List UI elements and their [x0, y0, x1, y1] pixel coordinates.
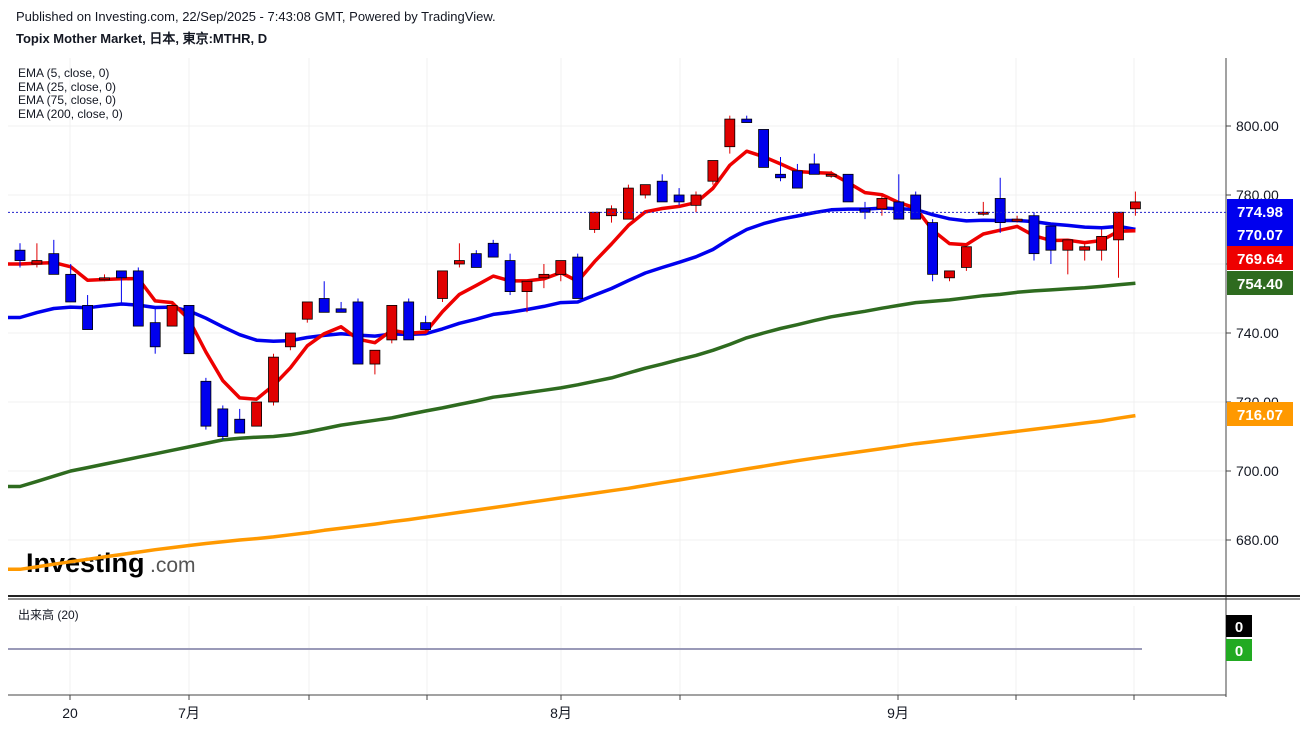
candle-down: [741, 118, 753, 123]
candle-up: [724, 118, 736, 148]
price-badge-label: 774.98: [1237, 204, 1283, 221]
candle-down: [927, 222, 938, 275]
candle-down: [234, 418, 246, 434]
candle-up: [31, 260, 43, 265]
candle-up: [301, 301, 313, 320]
x-tick-label: 8月: [550, 705, 572, 721]
candle-up: [961, 246, 972, 268]
volume-badge-label: 0: [1235, 619, 1243, 636]
candle-down: [200, 380, 212, 427]
candle-up: [825, 173, 837, 177]
candle-up: [1062, 239, 1074, 251]
candle-up: [639, 184, 651, 196]
candle-down: [116, 270, 127, 279]
candle-down: [318, 298, 330, 313]
candle-down: [758, 129, 769, 168]
candle-up: [944, 270, 955, 279]
price-badge-label: 769.64: [1237, 251, 1284, 268]
candle-down: [217, 408, 229, 437]
chart-axes: [8, 58, 1300, 697]
y-axis-ticks: 680.00700.00720.00740.00760.00780.00800.…: [1226, 118, 1279, 548]
volume-label: 出来高 (20): [18, 607, 79, 622]
candle-down: [470, 253, 482, 268]
ema-legend: EMA (5, close, 0) EMA (25, close, 0) EMA…: [18, 66, 123, 121]
candle-up: [251, 401, 263, 427]
logo-sub-text: .com: [150, 554, 196, 577]
price-badges: 774.98 770.07 769.64 754.40 716.07: [1227, 199, 1293, 426]
candle-up: [1096, 235, 1107, 251]
candle-down: [808, 163, 820, 175]
legend-ema5: EMA (5, close, 0): [18, 66, 109, 80]
price-badge-label: 754.40: [1237, 276, 1283, 293]
candle-up: [1079, 246, 1091, 251]
candle-up: [1130, 201, 1141, 210]
candle-up: [538, 273, 550, 279]
candle-down: [82, 304, 93, 330]
price-badge-label: 770.07: [1237, 227, 1283, 244]
candle-down: [1028, 215, 1040, 255]
candle-down: [487, 242, 499, 258]
candle-up: [876, 198, 888, 210]
candle-up: [284, 332, 296, 348]
candle-down: [994, 198, 1006, 223]
legend-ema75: EMA (75, close, 0): [18, 93, 116, 107]
ema200-line: [8, 413, 1136, 572]
candle-up: [166, 304, 178, 327]
x-tick-label: 9月: [887, 705, 909, 721]
legend-ema200: EMA (200, close, 0): [18, 107, 123, 121]
candle-down: [65, 273, 77, 303]
x-tick-label: 7月: [178, 705, 200, 721]
candlesticks: [14, 115, 1141, 440]
candle-down: [420, 322, 432, 330]
candle-up: [386, 304, 398, 341]
y-tick-label: 800.00: [1236, 118, 1279, 134]
candle-down: [183, 304, 195, 355]
candle-up: [369, 349, 381, 365]
candle-down: [403, 301, 415, 341]
candle-up: [623, 187, 634, 220]
candle-down: [48, 253, 60, 275]
candle-up: [555, 260, 567, 275]
y-tick-label: 740.00: [1236, 325, 1279, 341]
candle-down: [842, 173, 854, 203]
candle-down: [132, 270, 144, 327]
candle-up: [707, 160, 719, 182]
candle-up: [977, 211, 989, 215]
y-tick-label: 680.00: [1236, 532, 1279, 548]
candle-down: [893, 201, 905, 220]
candle-down: [149, 322, 161, 348]
candle-up: [521, 280, 533, 293]
x-tick-label: 20: [62, 705, 78, 721]
candle-down: [792, 170, 803, 189]
candle-down: [504, 260, 516, 292]
candle-down: [572, 256, 584, 299]
volume-badge-label: 0: [1235, 643, 1243, 660]
candle-up: [453, 260, 465, 265]
legend-ema25: EMA (25, close, 0): [18, 80, 116, 94]
volume-panel: 出来高 (20) 0 0: [8, 607, 1252, 661]
candle-down: [859, 208, 871, 213]
candle-up: [99, 277, 110, 281]
candle-down: [352, 301, 364, 365]
candle-down: [335, 308, 347, 313]
candle-up: [589, 211, 600, 230]
x-axis-ticks: 20 7月 8月 9月: [62, 695, 1135, 721]
ema5-line: [8, 149, 1136, 401]
candle-down: [673, 194, 685, 203]
candle-down: [1045, 225, 1057, 251]
candle-up: [690, 194, 702, 206]
candle-down: [910, 194, 922, 220]
candle-up: [268, 356, 279, 403]
price-chart[interactable]: Investing .com EMA (5, close, 0) EMA (25…: [0, 0, 1300, 729]
candle-up: [1113, 211, 1124, 241]
price-badge-label: 716.07: [1237, 407, 1283, 424]
candle-down: [656, 180, 668, 203]
candle-down: [14, 249, 26, 261]
candle-down: [775, 173, 786, 179]
candle-up: [437, 270, 448, 299]
candle-up: [1011, 218, 1023, 222]
ema-lines: [8, 149, 1136, 572]
y-tick-label: 700.00: [1236, 463, 1279, 479]
